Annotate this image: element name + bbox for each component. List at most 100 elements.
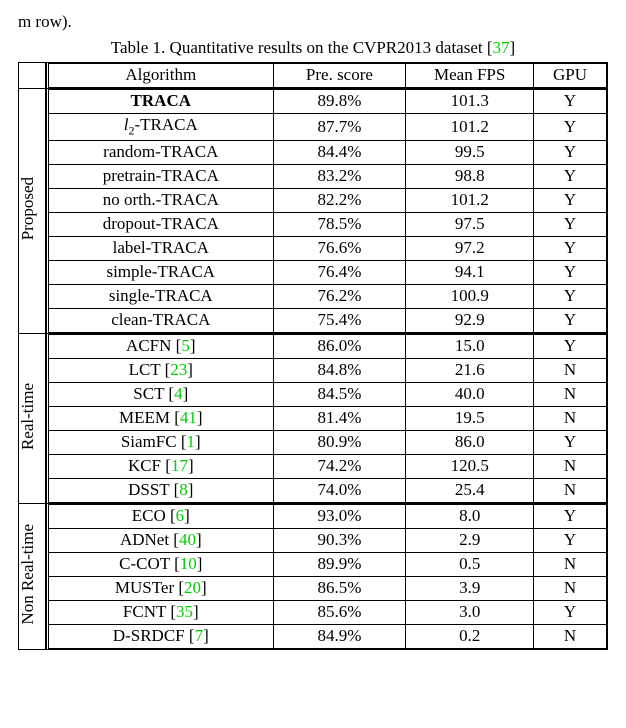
cell-mean-fps: 3.0 [406, 601, 534, 625]
table-row: clean-TRACA 75.4%92.9Y [48, 309, 607, 333]
cell-gpu: N [534, 407, 607, 431]
cell-gpu: Y [534, 285, 607, 309]
cell-mean-fps: 99.5 [406, 141, 534, 165]
cell-mean-fps: 86.0 [406, 431, 534, 455]
cell-algorithm: dropout-TRACA [48, 213, 274, 237]
cell-mean-fps: 101.2 [406, 114, 534, 141]
citation-link[interactable]: 41 [180, 408, 197, 427]
cell-algorithm: KCF [17] [48, 455, 274, 479]
group-label-cell: Proposed [19, 89, 46, 334]
table-row: ADNet [40]90.3%2.9Y [48, 529, 607, 553]
cell-gpu: Y [534, 114, 607, 141]
cell-gpu: Y [534, 189, 607, 213]
cell-algorithm: l2-TRACA [48, 114, 274, 141]
algo-text: C-COT [119, 554, 174, 573]
table-row: FCNT [35]85.6%3.0Y [48, 601, 607, 625]
header-mean-fps: Mean FPS [406, 64, 534, 88]
cell-pre-score: 76.2% [273, 285, 406, 309]
algo-text: D-SRDCF [113, 626, 189, 645]
cell-algorithm: ECO [6] [48, 505, 274, 529]
header-pre-score: Pre. score [273, 64, 406, 88]
group-label-cell: Non Real-time [19, 504, 46, 650]
citation-link[interactable]: 10 [180, 554, 197, 573]
algo-text: no orth.-TRACA [103, 190, 219, 209]
cell-algorithm: no orth.-TRACA [48, 189, 274, 213]
table-row: ECO [6]93.0%8.0Y [48, 505, 607, 529]
table-row: TRACA89.8%101.3Y [48, 90, 607, 114]
citation-link[interactable]: 8 [179, 480, 188, 499]
cell-pre-score: 83.2% [273, 165, 406, 189]
cell-algorithm: label-TRACA [48, 237, 274, 261]
algo-text: MUSTer [115, 578, 179, 597]
algo-text: random-TRACA [103, 142, 218, 161]
citation-link[interactable]: 1 [187, 432, 196, 451]
citation-link[interactable]: 17 [171, 456, 188, 475]
truncated-text: under the curve of the success plot (bot… [18, 12, 608, 32]
cell-pre-score: 84.8% [273, 359, 406, 383]
cell-pre-score: 87.7% [273, 114, 406, 141]
cell-mean-fps: 19.5 [406, 407, 534, 431]
cell-mean-fps: 92.9 [406, 309, 534, 333]
cell-pre-score: 90.3% [273, 529, 406, 553]
cell-pre-score: 84.4% [273, 141, 406, 165]
cell-gpu: N [534, 455, 607, 479]
citation-link[interactable]: 23 [170, 360, 187, 379]
cell-pre-score: 86.5% [273, 577, 406, 601]
cell-algorithm: SCT [4] [48, 383, 274, 407]
cell-algorithm: SiamFC [1] [48, 431, 274, 455]
cell-mean-fps: 97.5 [406, 213, 534, 237]
citation-link[interactable]: 35 [176, 602, 193, 621]
cell-pre-score: 75.4% [273, 309, 406, 333]
algo-text: ECO [132, 506, 170, 525]
header-gpu: GPU [534, 64, 607, 88]
cell-gpu: N [534, 359, 607, 383]
table-row: l2-TRACA87.7%101.2Y [48, 114, 607, 141]
algo-text: LCT [129, 360, 165, 379]
table-row: simple-TRACA76.4%94.1Y [48, 261, 607, 285]
cell-pre-score: 85.6% [273, 601, 406, 625]
algo-text: ACFN [126, 336, 176, 355]
cell-algorithm: MUSTer [20] [48, 577, 274, 601]
cell-gpu: Y [534, 309, 607, 333]
cell-gpu: Y [534, 90, 607, 114]
table-row: MUSTer [20]86.5%3.9N [48, 577, 607, 601]
cell-pre-score: 76.6% [273, 237, 406, 261]
cell-algorithm: LCT [23] [48, 359, 274, 383]
citation-link[interactable]: 7 [195, 626, 204, 645]
citation-link[interactable]: 20 [184, 578, 201, 597]
algo-text: simple-TRACA [106, 262, 215, 281]
cell-mean-fps: 3.9 [406, 577, 534, 601]
table-row: D-SRDCF [7]84.9%0.2N [48, 625, 607, 649]
algo-suffix: -TRACA [135, 115, 198, 134]
cell-gpu: Y [534, 601, 607, 625]
group-label: Proposed [19, 177, 36, 240]
cell-pre-score: 84.9% [273, 625, 406, 649]
group-inner-table: TRACA89.8%101.3Yl2-TRACA87.7%101.2Yrando… [46, 89, 607, 333]
algo-text: ADNet [120, 530, 173, 549]
citation-link[interactable]: 4 [174, 384, 183, 403]
table-row: MEEM [41]81.4%19.5N [48, 407, 607, 431]
algo-text: single-TRACA [109, 286, 213, 305]
cell-mean-fps: 2.9 [406, 529, 534, 553]
cell-mean-fps: 0.5 [406, 553, 534, 577]
cell-pre-score: 82.2% [273, 189, 406, 213]
cell-pre-score: 74.2% [273, 455, 406, 479]
cell-gpu: Y [534, 529, 607, 553]
algo-text: dropout-TRACA [103, 214, 219, 233]
citation-link[interactable]: 40 [179, 530, 196, 549]
cell-gpu: Y [534, 431, 607, 455]
group-inner-table: ECO [6]93.0%8.0YADNet [40]90.3%2.9YC-COT… [46, 504, 607, 649]
cell-mean-fps: 120.5 [406, 455, 534, 479]
page-fragment: under the curve of the success plot (bot… [0, 0, 626, 662]
table-row: LCT [23]84.8%21.6N [48, 359, 607, 383]
table-row: DSST [8]74.0%25.4N [48, 479, 607, 503]
algo-text: clean-TRACA [111, 310, 210, 329]
group-inner-table: ACFN [5]86.0%15.0YLCT [23]84.8%21.6NSCT … [46, 334, 607, 503]
citation-link[interactable]: 6 [176, 506, 185, 525]
algo-text: MEEM [119, 408, 174, 427]
cell-gpu: Y [534, 141, 607, 165]
citation-link[interactable]: 37 [493, 38, 510, 57]
citation-link[interactable]: 5 [181, 336, 190, 355]
table-row: dropout-TRACA78.5%97.5Y [48, 213, 607, 237]
algo-text: SiamFC [121, 432, 181, 451]
